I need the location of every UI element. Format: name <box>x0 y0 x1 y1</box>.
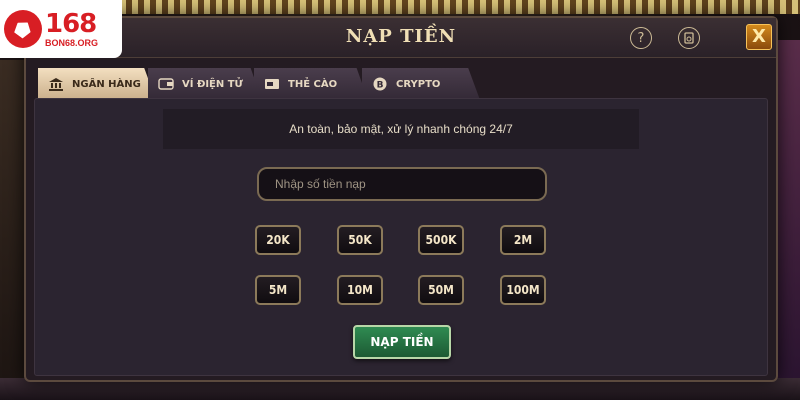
logo-domain: BON68.ORG <box>45 37 99 48</box>
close-button[interactable]: X <box>746 24 772 50</box>
svg-text:B: B <box>377 81 384 91</box>
tab-label: THẺ CÀO <box>288 78 338 90</box>
wallet-icon <box>158 78 174 90</box>
tab-bank[interactable]: NGÂN HÀNG <box>38 68 156 100</box>
amount-button-100m[interactable]: 100M <box>500 275 546 305</box>
amount-input[interactable] <box>257 167 547 201</box>
history-icon[interactable] <box>678 27 700 49</box>
card-icon <box>265 79 279 89</box>
dialog-title: NẠP TIỀN <box>345 26 457 47</box>
tab-label: NGÂN HÀNG <box>72 78 141 90</box>
info-text: An toàn, bảo mật, xử lý nhanh chóng 24/7 <box>289 122 513 136</box>
logo-number: 168 <box>45 8 97 39</box>
soccer-ball-icon <box>4 10 42 48</box>
amount-button-20k[interactable]: 20K <box>255 225 301 255</box>
brand-logo: 168 BON68.ORG <box>0 0 122 58</box>
tab-label: VÍ ĐIỆN TỬ <box>182 78 243 90</box>
tab-ewallet[interactable]: VÍ ĐIỆN TỬ <box>148 68 262 100</box>
deposit-submit-button[interactable]: NẠP TIỀN <box>353 325 451 359</box>
deposit-panel: An toàn, bảo mật, xử lý nhanh chóng 24/7… <box>34 98 768 376</box>
bank-icon <box>49 78 63 91</box>
amount-button-500k[interactable]: 500K <box>418 225 464 255</box>
amount-button-10m[interactable]: 10M <box>337 275 383 305</box>
dialog-header: NẠP TIỀN ? X <box>26 18 776 58</box>
tab-label: CRYPTO <box>396 78 441 90</box>
help-icon[interactable]: ? <box>630 27 652 49</box>
amount-button-2m[interactable]: 2M <box>500 225 546 255</box>
info-banner: An toàn, bảo mật, xử lý nhanh chóng 24/7 <box>163 109 639 149</box>
deposit-dialog: NẠP TIỀN ? X NGÂN HÀNG VÍ ĐIỆN TỬ THẺ CÀ… <box>24 16 778 382</box>
amount-button-50m[interactable]: 50M <box>418 275 464 305</box>
amount-button-50k[interactable]: 50K <box>337 225 383 255</box>
close-icon: X <box>752 26 766 47</box>
game-screen: 168 BON68.ORG NẠP TIỀN ? X NGÂN HÀNG VÍ … <box>0 0 800 400</box>
amount-button-5m[interactable]: 5M <box>255 275 301 305</box>
bitcoin-icon: B <box>373 77 387 91</box>
tab-crypto[interactable]: B CRYPTO <box>362 68 480 100</box>
tab-scratch-card[interactable]: THẺ CÀO <box>254 68 368 100</box>
